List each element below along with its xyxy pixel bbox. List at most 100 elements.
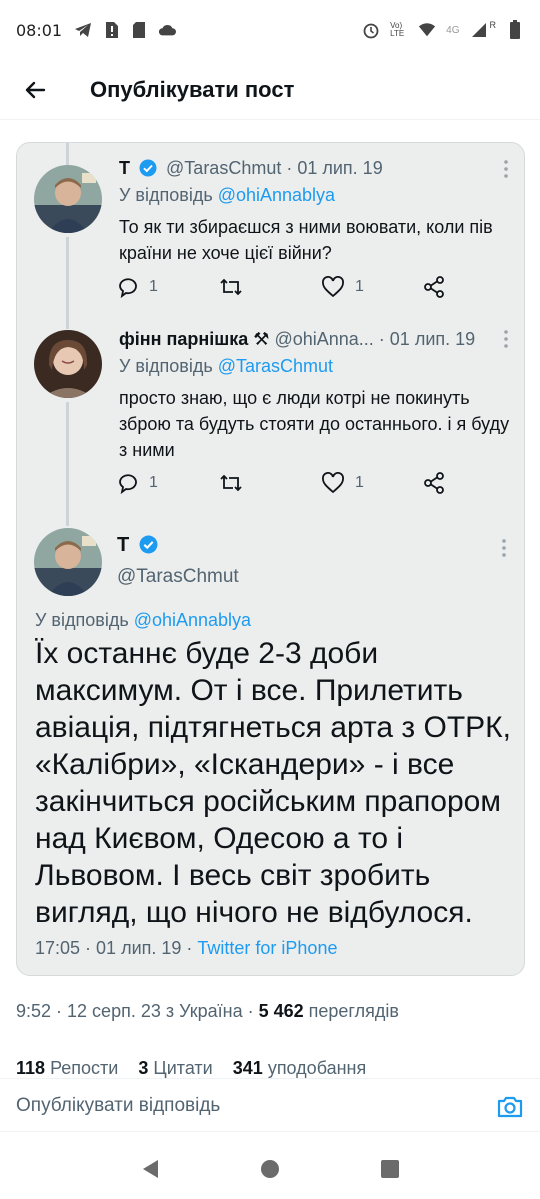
tweet-2[interactable]: фінн парнішка ⚒ @ohiAnna... · 01 лип. 19… xyxy=(17,318,524,508)
reply-action[interactable]: 1 xyxy=(117,276,158,298)
verified-badge-icon xyxy=(139,535,158,554)
square-recents-icon xyxy=(381,1159,399,1178)
heart-icon xyxy=(322,276,344,298)
system-icons: Vo) LTE 4G R xyxy=(362,20,524,39)
retweet-action[interactable] xyxy=(219,276,243,298)
reply-mention[interactable]: @ohiAnnablya xyxy=(218,185,335,205)
retweet-icon xyxy=(220,278,242,296)
tweet-text: То як ти збираєшся з ними воювати, коли … xyxy=(119,217,493,263)
reply-count: 1 xyxy=(149,474,158,491)
verified-badge-icon xyxy=(139,159,157,177)
avatar[interactable] xyxy=(34,165,102,233)
likes-label: уподобання xyxy=(267,1058,367,1078)
quotes-stat[interactable]: 3 Цитати xyxy=(138,1058,212,1078)
status-bar: 08:01 Vo) LTE 4G R xyxy=(0,0,540,60)
views-count: 5 462 xyxy=(258,1001,304,1021)
reply-input[interactable]: Опублікувати відповідь xyxy=(16,1095,220,1117)
app-header: Опублікувати пост xyxy=(0,60,540,120)
reposts-count: 118 xyxy=(16,1058,46,1078)
retweet-action[interactable] xyxy=(219,472,243,494)
likes-stat[interactable]: 341 уподобання xyxy=(233,1058,366,1078)
reply-prefix: У відповідь xyxy=(35,610,129,630)
reply-context: У відповідь @TarasChmut xyxy=(119,356,333,377)
sd-card-icon xyxy=(130,21,148,39)
embedded-screenshot[interactable]: T @TarasChmut · 01 лип. 19 У відповідь @… xyxy=(16,142,525,976)
reply-icon xyxy=(119,474,137,494)
reply-action[interactable]: 1 xyxy=(117,472,158,494)
quotes-count: 3 xyxy=(138,1058,149,1078)
reply-mention[interactable]: @TarasChmut xyxy=(218,356,333,376)
reply-context: У відповідь @ohiAnnablya xyxy=(119,185,335,206)
engagement-stats: 118 Репости 3 Цитати 341 уподобання xyxy=(16,1058,366,1078)
more-options-icon[interactable] xyxy=(496,329,516,349)
author-handle[interactable]: @TarasChmut xyxy=(166,158,281,178)
author-name[interactable]: T xyxy=(119,158,130,178)
share-action[interactable] xyxy=(423,276,445,298)
heart-icon xyxy=(322,472,344,494)
tweet-date: · 01 лип. 19 xyxy=(378,329,476,349)
reply-prefix: У відповідь xyxy=(119,185,213,205)
tweet-header: фінн парнішка ⚒ @ohiAnna... · 01 лип. 19 xyxy=(119,329,475,350)
system-nav-bar xyxy=(0,1138,540,1199)
source-link[interactable]: Twitter for iPhone xyxy=(197,938,337,958)
nav-back-button[interactable] xyxy=(138,1157,162,1181)
views-label: переглядів xyxy=(308,1001,399,1021)
camera-icon[interactable] xyxy=(496,1093,524,1121)
battery-icon xyxy=(506,20,524,39)
telegram-icon xyxy=(74,21,92,39)
avatar[interactable] xyxy=(34,528,102,596)
like-count: 1 xyxy=(355,474,364,491)
likes-count: 341 xyxy=(232,1058,263,1078)
post-time: 9:52 · 12 серп. 23 з Україна · xyxy=(16,1001,254,1021)
alarm-icon xyxy=(362,21,380,39)
author-name[interactable]: T xyxy=(117,534,129,556)
tweet-actions: 1 1 xyxy=(117,276,467,306)
page-title: Опублікувати пост xyxy=(90,76,295,102)
tweet-1[interactable]: T @TarasChmut · 01 лип. 19 У відповідь @… xyxy=(17,143,524,313)
signal-icon xyxy=(470,21,488,39)
tweet-actions: 1 1 xyxy=(117,472,467,502)
network-type: 4G xyxy=(446,24,460,36)
triangle-back-icon xyxy=(143,1159,158,1178)
arrow-left-icon xyxy=(25,81,46,98)
share-action[interactable] xyxy=(423,472,445,494)
circle-home-icon xyxy=(261,1159,279,1178)
author-handle[interactable]: @ohiAnna... xyxy=(274,329,373,349)
volte-icon: Vo) LTE xyxy=(390,21,405,38)
tweet-header: T xyxy=(117,534,162,557)
like-action[interactable]: 1 xyxy=(321,276,364,298)
wifi-icon xyxy=(418,21,436,39)
like-count: 1 xyxy=(355,278,364,295)
divider xyxy=(0,1078,540,1079)
reply-composer: Опублікувати відповідь xyxy=(0,1080,540,1132)
share-icon xyxy=(424,472,444,494)
reply-count: 1 xyxy=(149,278,158,295)
more-options-icon[interactable] xyxy=(496,159,516,179)
reply-icon xyxy=(119,278,137,298)
tweet-header: T @TarasChmut · 01 лип. 19 xyxy=(119,158,383,179)
tweet-text: Їх останнє буде 2-3 доби максимум. От і … xyxy=(35,637,511,929)
alert-icon xyxy=(102,21,120,39)
back-button[interactable] xyxy=(0,60,70,120)
more-options-icon[interactable] xyxy=(494,538,514,558)
tweet-text: просто знаю, що є люди котрі не покинуть… xyxy=(119,388,510,460)
quotes-label: Цитати xyxy=(153,1058,213,1078)
status-time: 08:01 xyxy=(16,20,63,40)
nav-home-button[interactable] xyxy=(258,1157,282,1181)
retweet-icon xyxy=(220,474,242,492)
share-icon xyxy=(424,276,444,298)
notification-icons xyxy=(74,21,177,39)
roaming-indicator: R xyxy=(489,20,497,30)
tweet-date: · 01 лип. 19 xyxy=(286,158,383,178)
like-action[interactable]: 1 xyxy=(321,472,364,494)
reposts-label: Репости xyxy=(50,1058,119,1078)
reply-mention[interactable]: @ohiAnnablya xyxy=(134,610,251,630)
reply-prefix: У відповідь xyxy=(119,356,213,376)
cloud-icon xyxy=(158,21,177,39)
author-name[interactable]: фінн парнішка ⚒ xyxy=(119,329,269,349)
author-handle[interactable]: @TarasChmut xyxy=(117,566,239,588)
tweet-timestamp: 17:05 · 01 лип. 19 · Twitter for iPhone xyxy=(35,938,337,959)
nav-recents-button[interactable] xyxy=(378,1157,402,1181)
reposts-stat[interactable]: 118 Репости xyxy=(16,1058,118,1078)
avatar[interactable] xyxy=(34,330,102,398)
